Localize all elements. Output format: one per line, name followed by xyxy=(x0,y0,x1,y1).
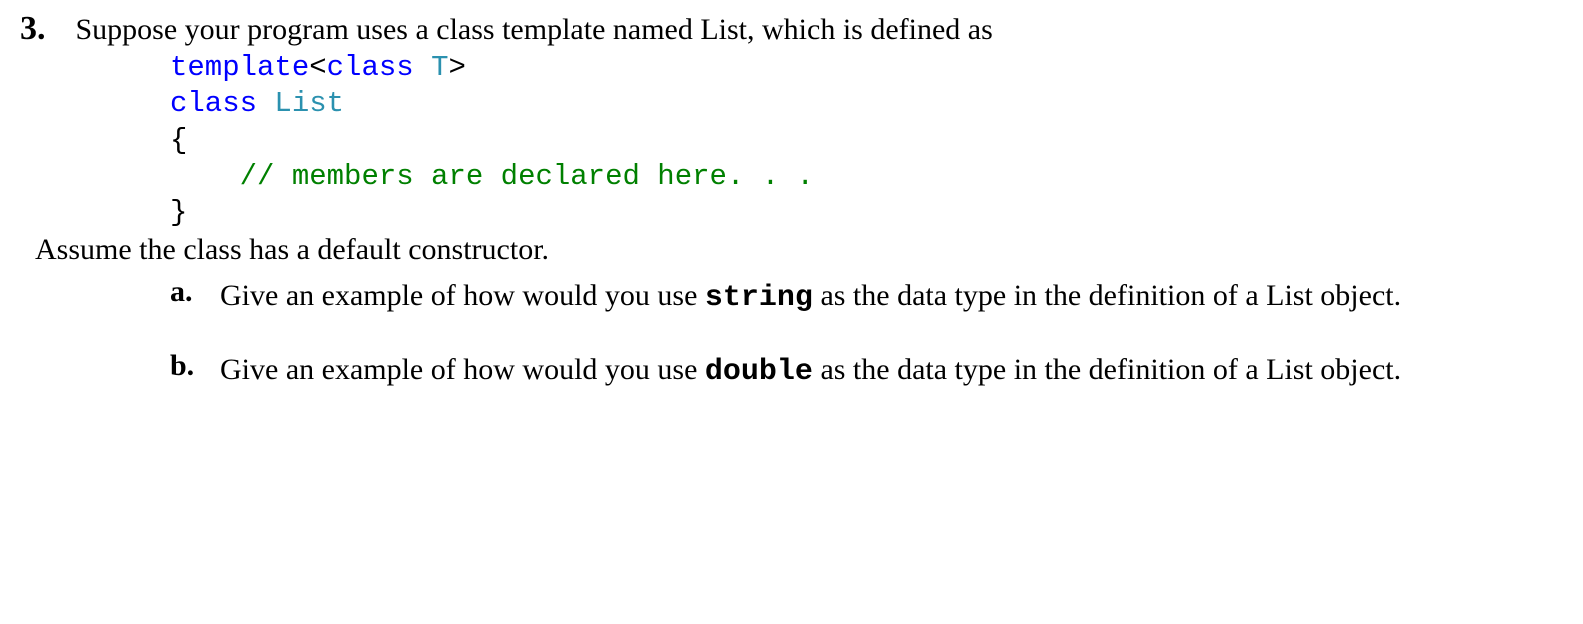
keyword-class: class xyxy=(327,51,414,84)
class-name: List xyxy=(274,87,344,120)
code-line-3: { xyxy=(170,123,1553,159)
code-double: double xyxy=(705,355,813,389)
code-line-4: // members are declared here. . . xyxy=(170,159,1553,195)
keyword-template: template xyxy=(170,51,309,84)
question-number: 3. xyxy=(20,10,46,47)
subitem-a-label: a. xyxy=(170,275,220,309)
subitem-b: b. Give an example of how would you use … xyxy=(170,349,1553,393)
code-line-5: } xyxy=(170,195,1553,231)
subitem-a-text: Give an example of how would you use str… xyxy=(220,275,1401,319)
assume-text: Assume the class has a default construct… xyxy=(35,233,1553,267)
subitem-b-text: Give an example of how would you use dou… xyxy=(220,349,1401,393)
code-string: string xyxy=(705,281,813,315)
code-block: template<class T> class List { // member… xyxy=(170,50,1553,231)
question-container: 3. Suppose your program uses a class tem… xyxy=(0,0,1583,433)
question-intro-text: Suppose your program uses a class templa… xyxy=(76,13,993,46)
code-line-1: template<class T> xyxy=(170,50,1553,86)
code-line-2: class List xyxy=(170,86,1553,122)
subitem-b-label: b. xyxy=(170,349,220,383)
type-param: T xyxy=(431,51,448,84)
keyword-class: class xyxy=(170,87,257,120)
code-comment: // members are declared here. . . xyxy=(240,160,814,193)
subitem-a: a. Give an example of how would you use … xyxy=(170,275,1553,319)
question-intro-line: 3. Suppose your program uses a class tem… xyxy=(20,10,1553,48)
